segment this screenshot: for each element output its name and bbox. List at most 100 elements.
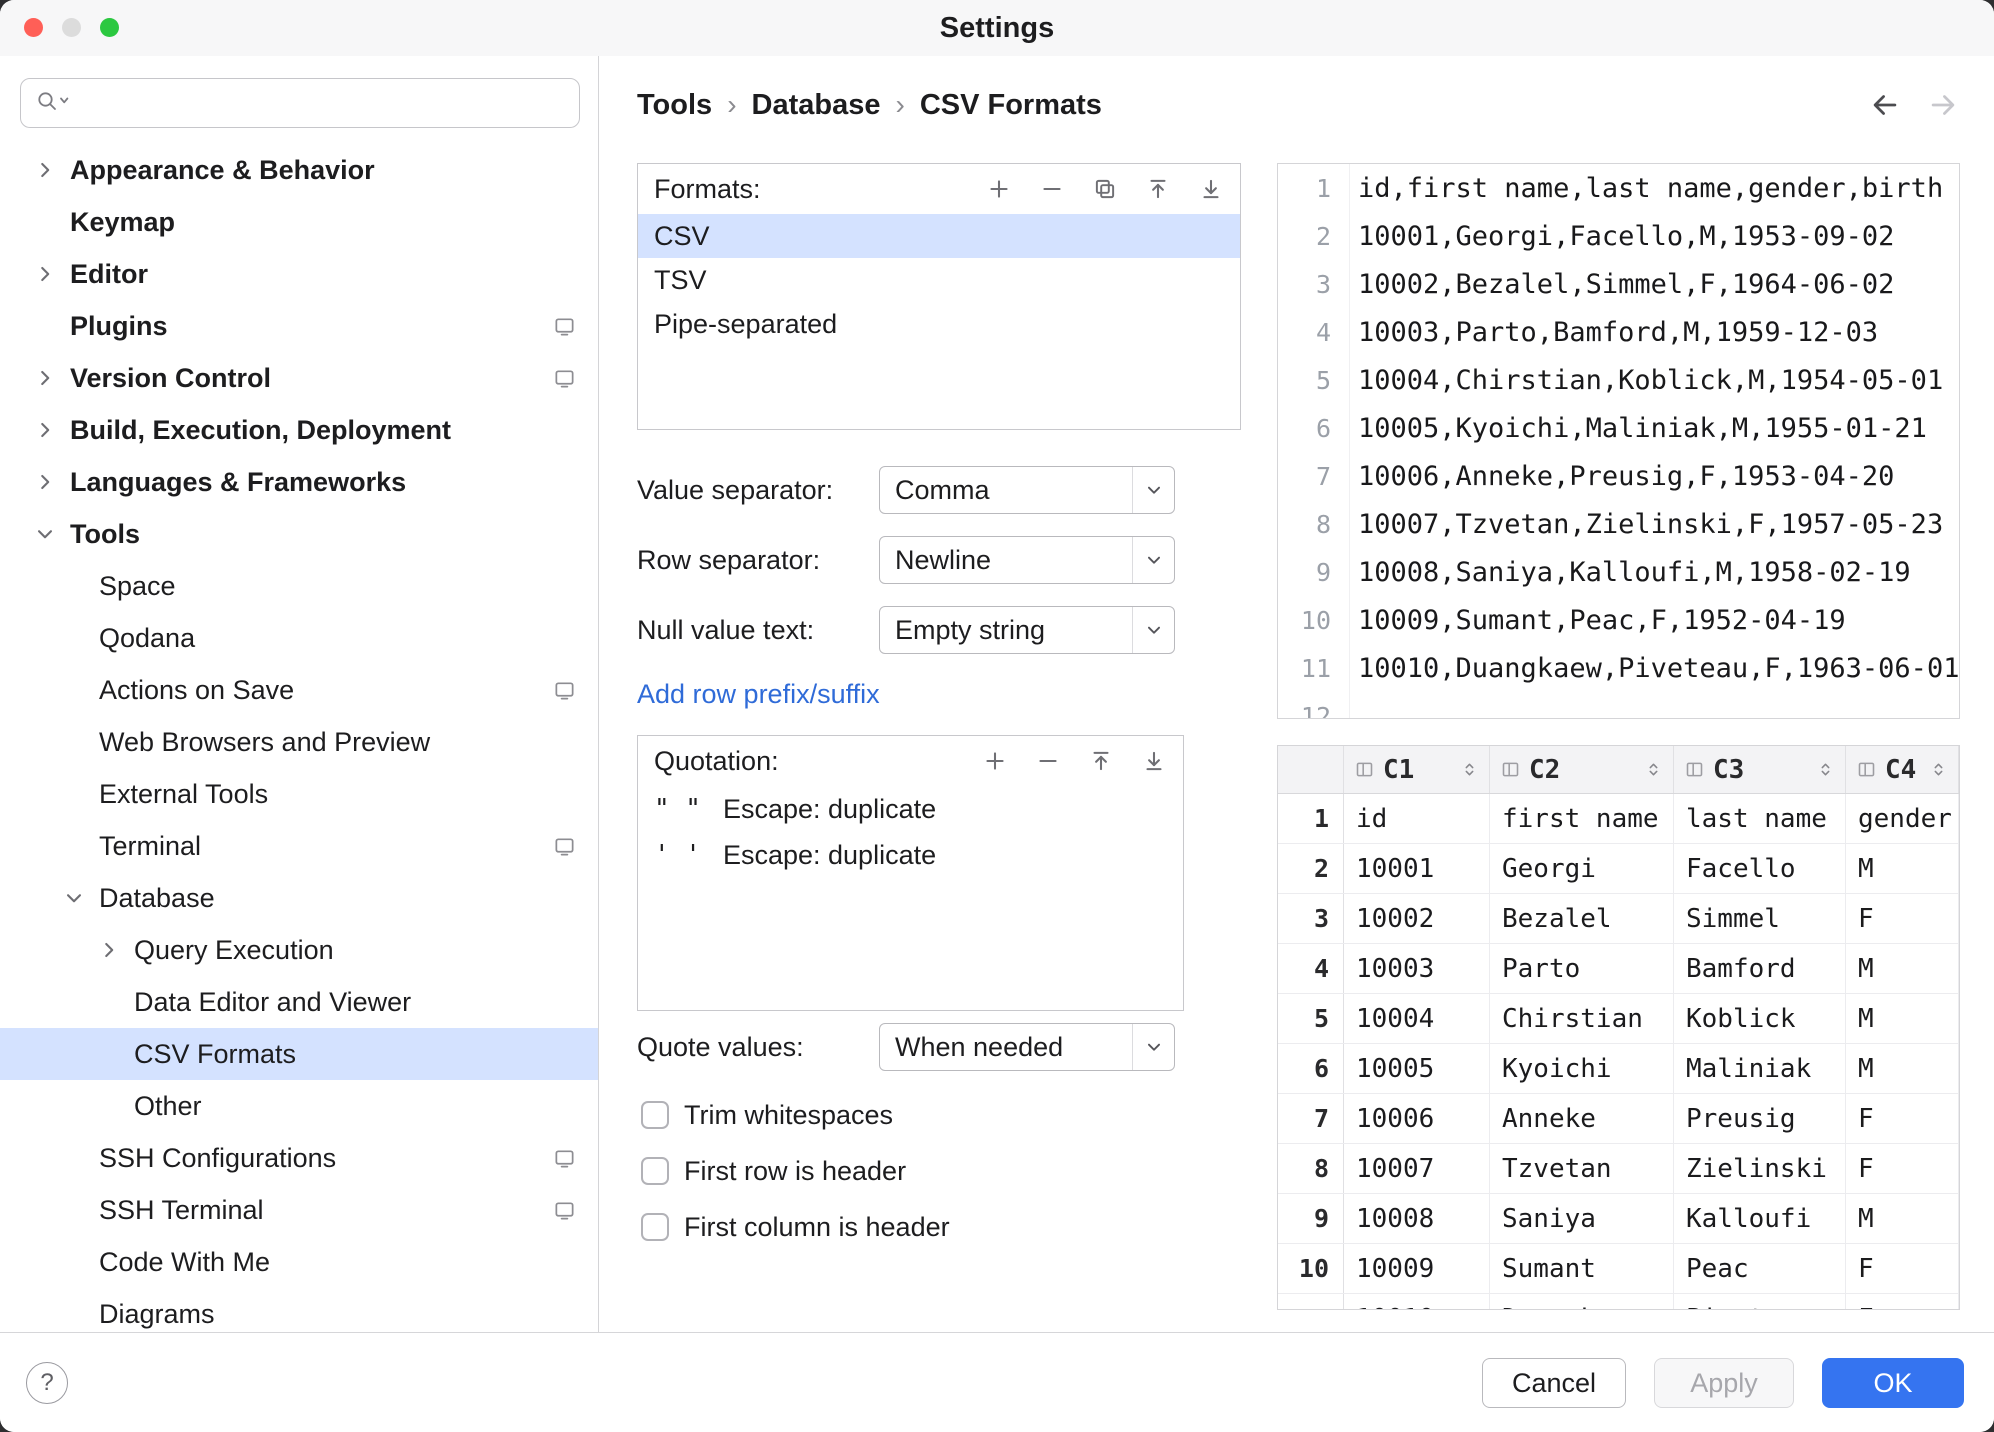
cancel-button[interactable]: Cancel: [1482, 1358, 1626, 1408]
chevron-right-icon[interactable]: [34, 263, 70, 285]
grid-cell[interactable]: Bamford: [1674, 944, 1846, 993]
sidebar-item-csv-formats[interactable]: CSV Formats: [0, 1028, 598, 1080]
checkbox-first-column-is-header[interactable]: [641, 1213, 669, 1241]
grid-cell[interactable]: gender: [1846, 794, 1959, 843]
grid-cell[interactable]: F: [1846, 1144, 1959, 1193]
settings-search-field[interactable]: [20, 78, 580, 128]
grid-cell[interactable]: Sumant: [1490, 1244, 1674, 1293]
sidebar-item-qodana[interactable]: Qodana: [0, 612, 598, 664]
sidebar-item-terminal[interactable]: Terminal: [0, 820, 598, 872]
grid-cell[interactable]: Maliniak: [1674, 1044, 1846, 1093]
grid-cell[interactable]: 10005: [1344, 1044, 1490, 1093]
move-up-icon[interactable]: [1088, 748, 1114, 774]
chevron-down-icon[interactable]: [34, 523, 70, 545]
grid-cell[interactable]: M: [1846, 944, 1959, 993]
remove-icon[interactable]: [1039, 176, 1065, 202]
sidebar-item-keymap[interactable]: Keymap: [0, 196, 598, 248]
quote-values-combo[interactable]: When needed: [879, 1023, 1175, 1071]
chevron-right-icon[interactable]: [34, 159, 70, 181]
close-window-button[interactable]: [24, 18, 43, 37]
grid-cell[interactable]: 10002: [1344, 894, 1490, 943]
sidebar-item-data-editor-and-viewer[interactable]: Data Editor and Viewer: [0, 976, 598, 1028]
grid-cell[interactable]: 10001: [1344, 844, 1490, 893]
sort-icon[interactable]: [1460, 760, 1479, 779]
sort-icon[interactable]: [1644, 760, 1663, 779]
grid-cell[interactable]: F: [1846, 894, 1959, 943]
format-item-csv[interactable]: CSV: [638, 214, 1240, 258]
sidebar-item-ssh-configurations[interactable]: SSH Configurations: [0, 1132, 598, 1184]
breadcrumb-segment-database[interactable]: Database: [752, 89, 881, 122]
zoom-window-button[interactable]: [100, 18, 119, 37]
row-number[interactable]: 2: [1278, 844, 1344, 893]
sidebar-item-database[interactable]: Database: [0, 872, 598, 924]
sidebar-item-actions-on-save[interactable]: Actions on Save: [0, 664, 598, 716]
row-number[interactable]: 1: [1278, 794, 1344, 843]
sidebar-item-space[interactable]: Space: [0, 560, 598, 612]
add-icon[interactable]: [986, 176, 1012, 202]
export-icon[interactable]: [1145, 176, 1171, 202]
chevron-right-icon[interactable]: [98, 939, 134, 961]
row-number[interactable]: 4: [1278, 944, 1344, 993]
checkbox-trim-whitespaces[interactable]: [641, 1101, 669, 1129]
grid-cell[interactable]: M: [1846, 1044, 1959, 1093]
format-item-pipe-separated[interactable]: Pipe-separated: [638, 302, 1240, 346]
sidebar-item-editor[interactable]: Editor: [0, 248, 598, 300]
chevron-right-icon[interactable]: [34, 471, 70, 493]
sidebar-item-external-tools[interactable]: External Tools: [0, 768, 598, 820]
grid-cell[interactable]: 10006: [1344, 1094, 1490, 1143]
grid-cell[interactable]: Zielinski: [1674, 1144, 1846, 1193]
chevron-down-icon[interactable]: [63, 887, 99, 909]
grid-cell[interactable]: F: [1846, 1244, 1959, 1293]
sidebar-item-query-execution[interactable]: Query Execution: [0, 924, 598, 976]
column-header-c4[interactable]: C4: [1846, 746, 1959, 793]
column-header-c2[interactable]: C2: [1490, 746, 1674, 793]
grid-cell[interactable]: Kalloufi: [1674, 1194, 1846, 1243]
row-number[interactable]: 10: [1278, 1244, 1344, 1293]
grid-cell[interactable]: Chirstian: [1490, 994, 1674, 1043]
grid-cell[interactable]: M: [1846, 1194, 1959, 1243]
row-number[interactable]: 7: [1278, 1094, 1344, 1143]
grid-cell[interactable]: id: [1344, 794, 1490, 843]
quotation-item-1[interactable]: " "Escape: duplicate: [638, 786, 1183, 832]
row-number[interactable]: 3: [1278, 894, 1344, 943]
grid-cell[interactable]: 10008: [1344, 1194, 1490, 1243]
grid-cell[interactable]: Anneke: [1490, 1094, 1674, 1143]
grid-cell[interactable]: Bezalel: [1490, 894, 1674, 943]
value-separator-combo[interactable]: Comma: [879, 466, 1175, 514]
format-item-tsv[interactable]: TSV: [638, 258, 1240, 302]
sort-icon[interactable]: [1816, 760, 1835, 779]
sidebar-item-languages-frameworks[interactable]: Languages & Frameworks: [0, 456, 598, 508]
row-number[interactable]: 11: [1278, 1294, 1344, 1310]
row-number[interactable]: 5: [1278, 994, 1344, 1043]
ok-button[interactable]: OK: [1822, 1358, 1964, 1408]
row-number[interactable]: 6: [1278, 1044, 1344, 1093]
grid-cell[interactable]: Georgi: [1490, 844, 1674, 893]
grid-cell[interactable]: first name: [1490, 794, 1674, 843]
add-icon[interactable]: [982, 748, 1008, 774]
row-number[interactable]: 8: [1278, 1144, 1344, 1193]
back-arrow-icon[interactable]: [1868, 88, 1902, 122]
grid-cell[interactable]: last name: [1674, 794, 1846, 843]
chevron-right-icon[interactable]: [34, 419, 70, 441]
sidebar-item-tools[interactable]: Tools: [0, 508, 598, 560]
grid-cell[interactable]: Kyoichi: [1490, 1044, 1674, 1093]
grid-cell[interactable]: Saniya: [1490, 1194, 1674, 1243]
sidebar-item-ssh-terminal[interactable]: SSH Terminal: [0, 1184, 598, 1236]
grid-cell[interactable]: F: [1846, 1094, 1959, 1143]
help-button[interactable]: ?: [26, 1362, 68, 1404]
grid-cell[interactable]: Simmel: [1674, 894, 1846, 943]
sort-icon[interactable]: [1929, 760, 1948, 779]
grid-cell[interactable]: Parto: [1490, 944, 1674, 993]
row-separator-combo[interactable]: Newline: [879, 536, 1175, 584]
column-header-c1[interactable]: C1: [1344, 746, 1490, 793]
quotation-item-2[interactable]: ' 'Escape: duplicate: [638, 832, 1183, 878]
sidebar-item-appearance-behavior[interactable]: Appearance & Behavior: [0, 144, 598, 196]
sidebar-item-build-execution-deployment[interactable]: Build, Execution, Deployment: [0, 404, 598, 456]
chevron-right-icon[interactable]: [34, 367, 70, 389]
grid-cell[interactable]: F: [1846, 1294, 1959, 1310]
grid-cell[interactable]: Facello: [1674, 844, 1846, 893]
remove-icon[interactable]: [1035, 748, 1061, 774]
csv-preview-editor[interactable]: 1id,first name,last name,gender,birth da…: [1277, 163, 1960, 719]
grid-cell[interactable]: 10004: [1344, 994, 1490, 1043]
breadcrumb-segment-tools[interactable]: Tools: [637, 89, 712, 122]
